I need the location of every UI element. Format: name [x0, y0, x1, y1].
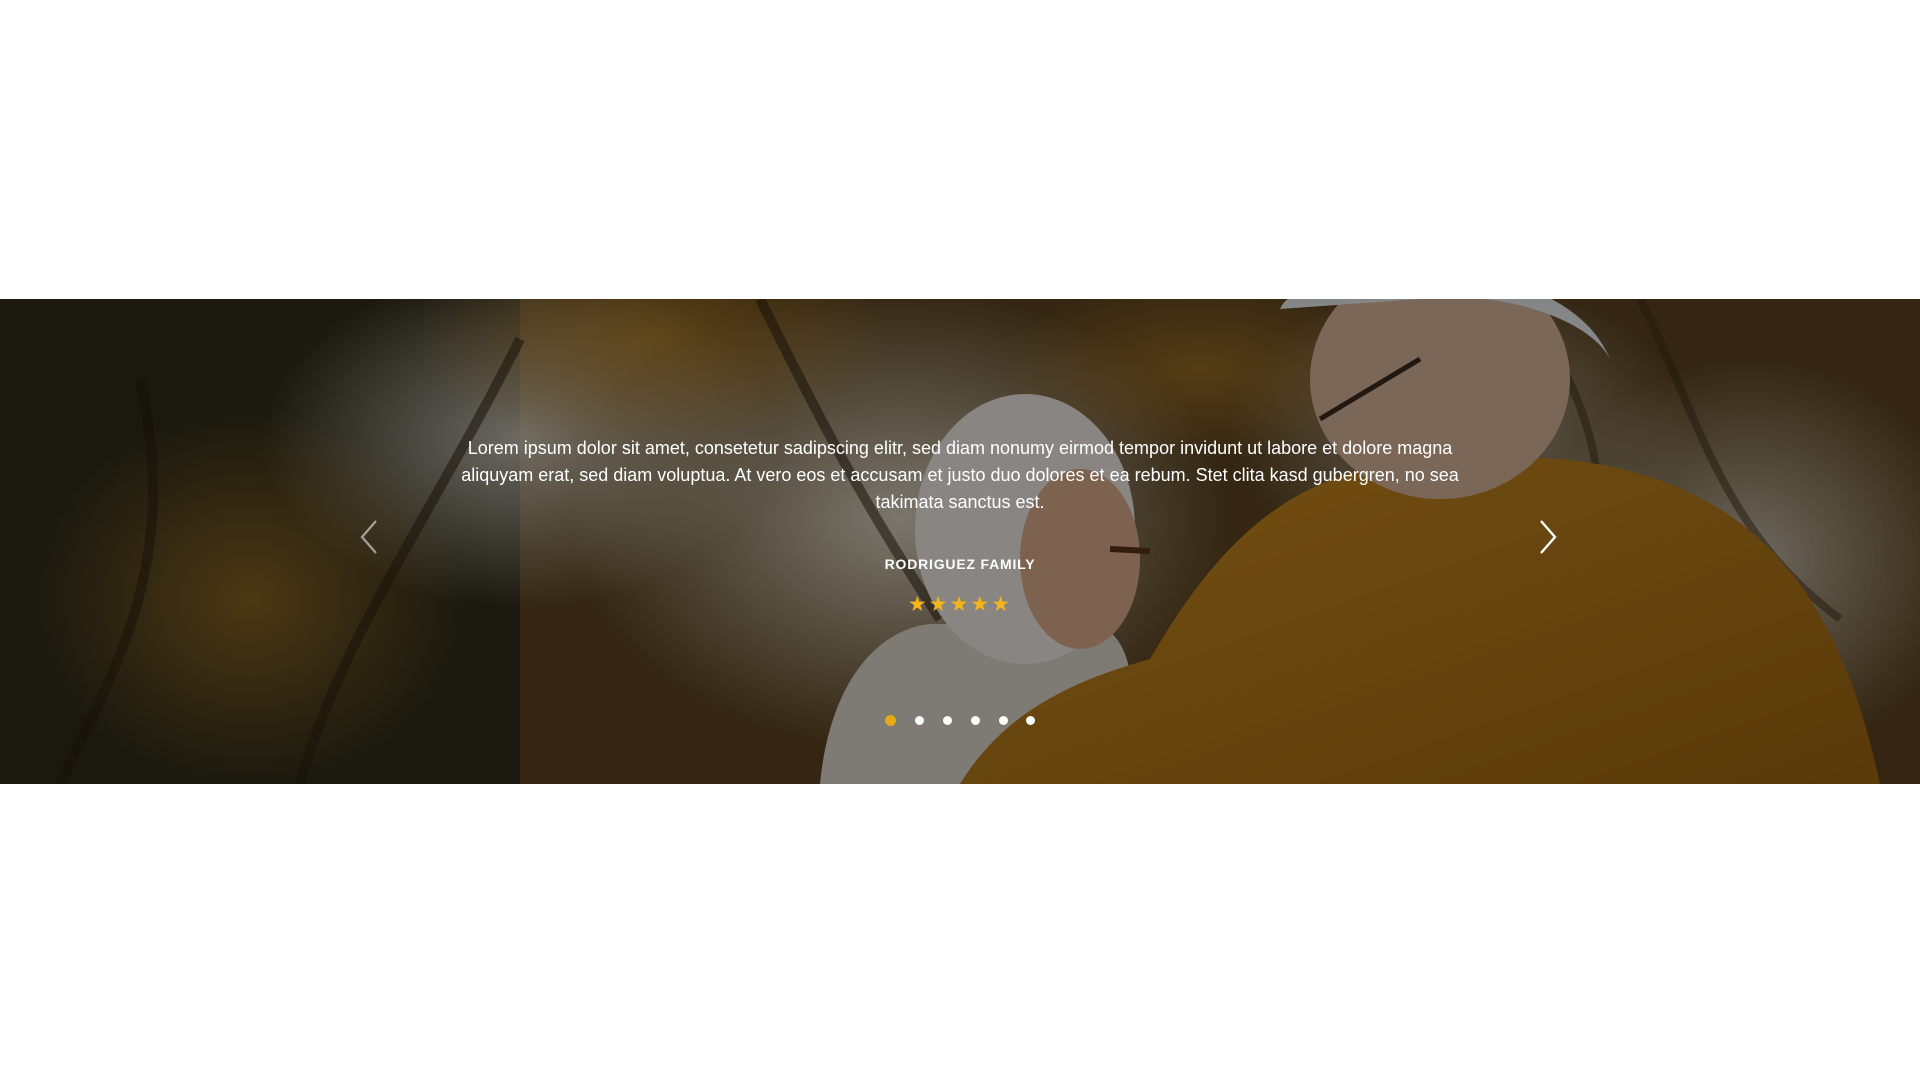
testimonial-section: Lorem ipsum dolor sit amet, consetetur s… — [0, 299, 1920, 784]
testimonial-content: Lorem ipsum dolor sit amet, consetetur s… — [0, 299, 1920, 784]
testimonial-author: RODRIGUEZ FAMILY — [884, 556, 1036, 572]
carousel-next-button[interactable] — [1533, 517, 1563, 557]
carousel-pagination — [880, 713, 1040, 727]
carousel-dot-2[interactable] — [915, 716, 924, 725]
carousel-dot-5[interactable] — [999, 716, 1008, 725]
page: Lorem ipsum dolor sit amet, consetetur s… — [0, 0, 1920, 1080]
carousel-dot-4[interactable] — [971, 716, 980, 725]
carousel-dot-3[interactable] — [943, 716, 952, 725]
carousel-dot-6[interactable] — [1026, 716, 1035, 725]
chevron-left-icon — [360, 520, 377, 554]
testimonial-quote: Lorem ipsum dolor sit amet, consetetur s… — [461, 438, 1459, 512]
chevron-right-icon — [1540, 520, 1557, 554]
carousel-prev-button[interactable] — [356, 517, 386, 557]
carousel-dot-1[interactable] — [885, 715, 896, 726]
rating-stars: ★★★★★ — [907, 592, 1013, 616]
